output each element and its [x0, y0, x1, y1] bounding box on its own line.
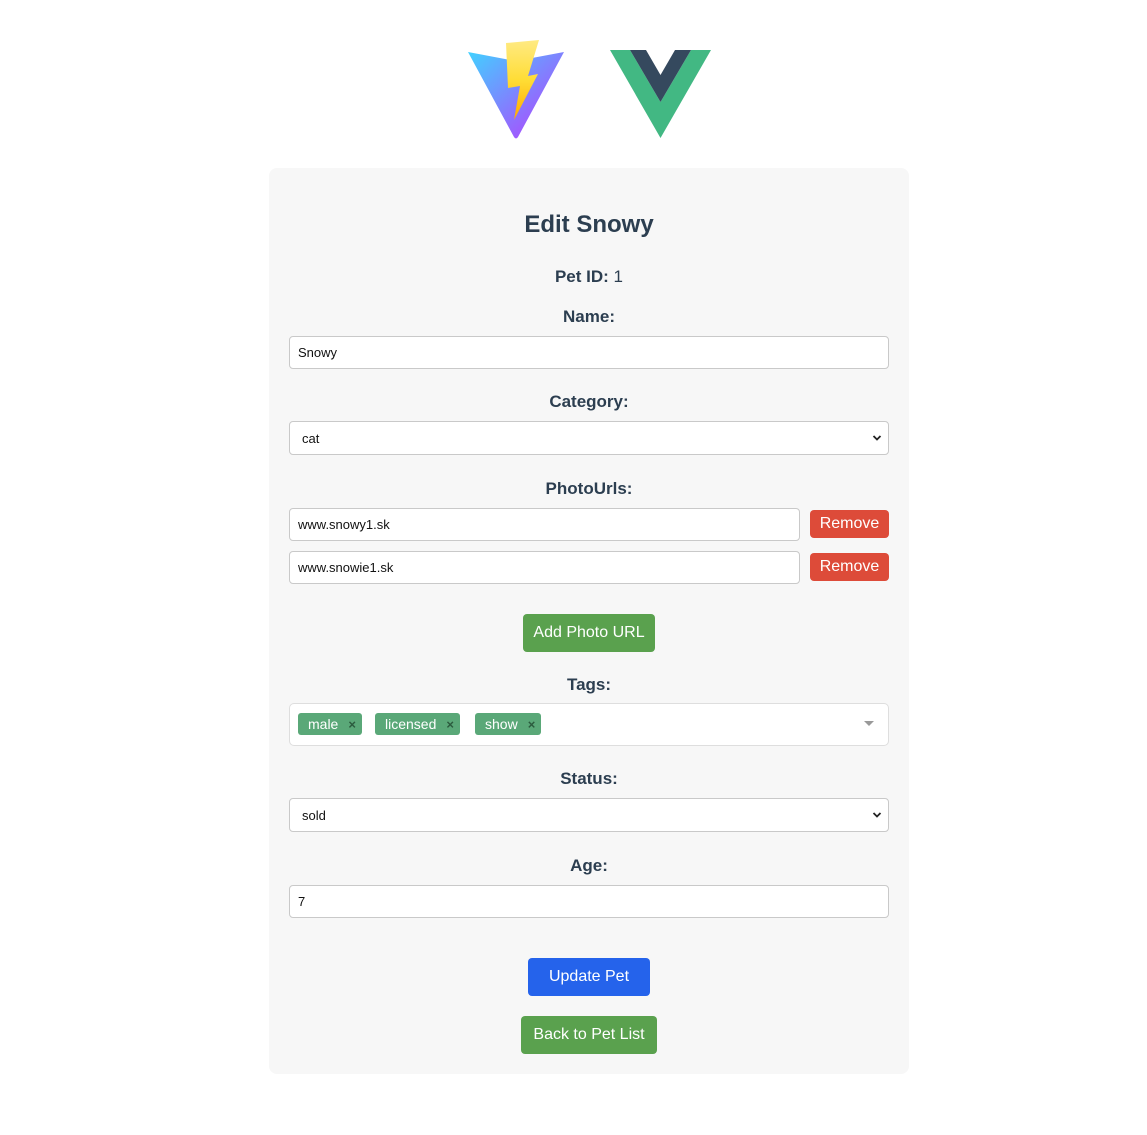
tag-label: show — [485, 716, 518, 732]
pet-id-value: 1 — [613, 267, 624, 286]
pet-id-row: Pet ID: 1 — [269, 267, 909, 287]
tags-multiselect[interactable]: male × licensed × show × — [289, 703, 889, 746]
name-label: Name: — [563, 307, 615, 326]
photo-urls-label: PhotoUrls: — [545, 479, 633, 498]
tag-label: male — [308, 716, 339, 732]
close-icon[interactable]: × — [348, 717, 356, 732]
pet-id-label: Pet ID: — [554, 267, 609, 286]
caret-down-icon[interactable] — [864, 721, 874, 726]
close-icon[interactable]: × — [446, 717, 454, 732]
status-select[interactable]: sold — [289, 798, 889, 832]
tag-label: licensed — [385, 716, 437, 732]
edit-pet-form: Edit Snowy Pet ID: 1 Name: Snowy Categor… — [269, 168, 909, 1074]
chevron-down-icon — [872, 435, 882, 441]
add-photo-url-button[interactable]: Add Photo URL — [523, 614, 655, 652]
photo-url-input[interactable]: www.snowie1.sk — [289, 551, 800, 584]
tag-chip: show × — [475, 713, 542, 735]
vite-logo-icon[interactable] — [466, 40, 566, 140]
update-pet-button[interactable]: Update Pet — [528, 958, 650, 996]
category-select[interactable]: cat — [289, 421, 889, 455]
back-to-pet-list-button[interactable]: Back to Pet List — [521, 1016, 657, 1054]
category-select-value: cat — [302, 430, 320, 446]
status-select-value: sold — [302, 807, 326, 823]
photo-url-value: www.snowy1.sk — [298, 517, 390, 532]
logo-bar — [0, 40, 1147, 140]
photo-url-input[interactable]: www.snowy1.sk — [289, 508, 800, 541]
name-input-value: Snowy — [298, 345, 338, 360]
tag-chip: licensed × — [375, 713, 460, 735]
vue-logo-icon[interactable] — [610, 50, 711, 138]
age-label: Age: — [570, 856, 608, 875]
tags-label: Tags: — [566, 675, 612, 694]
age-input[interactable]: 7 — [289, 885, 889, 918]
page-title: Edit Snowy — [524, 211, 654, 238]
remove-photo-url-button[interactable]: Remove — [810, 510, 889, 538]
chevron-down-icon — [872, 812, 882, 818]
age-input-value: 7 — [298, 894, 306, 909]
photo-url-value: www.snowie1.sk — [298, 560, 394, 575]
tag-chip: male × — [298, 713, 362, 735]
close-icon[interactable]: × — [528, 717, 536, 732]
status-label: Status: — [560, 769, 618, 788]
name-input[interactable]: Snowy — [289, 336, 889, 369]
category-label: Category: — [549, 392, 629, 411]
remove-photo-url-button[interactable]: Remove — [810, 553, 889, 581]
